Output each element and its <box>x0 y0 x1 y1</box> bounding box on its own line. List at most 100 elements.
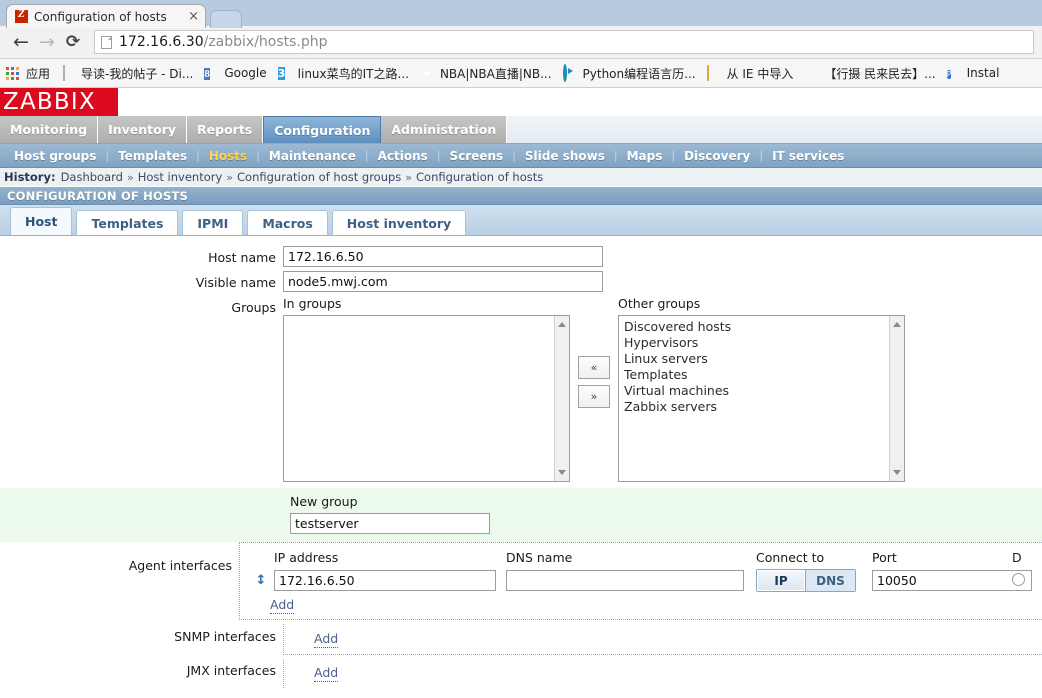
snmp-add-link[interactable]: Add <box>314 631 339 648</box>
reload-icon[interactable]: ⟳ <box>60 29 86 55</box>
bookmark-install[interactable]: P Instal <box>946 66 1000 81</box>
tab-host-inventory[interactable]: Host inventory <box>331 210 467 235</box>
bookmark-apps[interactable]: 应用 <box>6 65 50 82</box>
scroll-down-icon[interactable] <box>893 470 901 475</box>
address-bar[interactable]: 172.16.6.30 /zabbix/hosts.php <box>94 30 1034 54</box>
connect-ip-button[interactable]: IP <box>757 570 806 591</box>
agent-interfaces-headers: IP address DNS name Connect to Port D <box>248 547 1042 567</box>
snmp-interfaces-label: SNMP interfaces <box>174 629 276 644</box>
host-name-label: Host name <box>208 250 276 265</box>
breadcrumb-config-host-groups[interactable]: Configuration of host groups <box>237 170 401 184</box>
submenu-item-maintenance[interactable]: Maintenance <box>260 149 365 163</box>
agent-add-link[interactable]: Add <box>270 597 295 614</box>
browser-tab[interactable]: Configuration of hosts × <box>6 4 206 28</box>
submenu-item-discovery[interactable]: Discovery <box>675 149 759 163</box>
jmx-interfaces-label: JMX interfaces <box>186 663 276 678</box>
connect-to-cell: IP DNS <box>756 569 860 592</box>
bookmark-label: 【行摄 民来民去】... <box>824 66 936 81</box>
zabbix-z-icon <box>15 8 28 23</box>
browser-tab-strip: Configuration of hosts × <box>0 0 1042 28</box>
in-groups-column: In groups <box>283 296 570 482</box>
new-group-input[interactable] <box>290 513 490 534</box>
menu-item-administration[interactable]: Administration <box>381 116 508 143</box>
python-play-icon <box>562 63 578 82</box>
dns-name-input[interactable] <box>506 570 744 591</box>
host-form: Host name Visible name Groups In groups … <box>0 236 1042 688</box>
bookmark-label: Instal <box>966 66 1000 80</box>
drag-handle-icon[interactable]: ↕ <box>248 573 274 588</box>
bookmark-label: 导读-我的帖子 - Di... <box>81 66 194 81</box>
dns-name-header: DNS name <box>506 549 573 565</box>
breadcrumb-separator: » <box>405 170 413 184</box>
list-item[interactable]: Templates <box>623 367 904 383</box>
agent-interface-row: ↕ IP DNS <box>248 567 1042 594</box>
scroll-down-icon[interactable] <box>558 470 566 475</box>
url-path: /zabbix/hosts.php <box>203 34 328 50</box>
breadcrumb-config-hosts[interactable]: Configuration of hosts <box>416 170 543 184</box>
list-item[interactable]: Zabbix servers <box>623 399 904 415</box>
ip-address-input[interactable] <box>274 570 496 591</box>
list-item[interactable]: Discovered hosts <box>623 319 904 335</box>
agent-interfaces-block: IP address DNS name Connect to Port D ↕ … <box>239 542 1042 620</box>
bookmark-travel[interactable]: 【行摄 民来民去】... <box>804 65 935 82</box>
submenu-item-host-groups[interactable]: Host groups <box>5 149 105 163</box>
breadcrumb-dashboard[interactable]: Dashboard <box>61 170 123 184</box>
bookmark-nba[interactable]: NBA|NBA直播|NB... <box>420 65 552 82</box>
tab-ipmi[interactable]: IPMI <box>182 210 244 235</box>
new-tab-button[interactable] <box>210 10 242 28</box>
submenu-item-it-services[interactable]: IT services <box>763 149 853 163</box>
in-groups-listbox[interactable] <box>283 315 570 482</box>
tab-macros[interactable]: Macros <box>247 210 328 235</box>
bookmark-label: Google <box>224 66 267 80</box>
submenu-item-actions[interactable]: Actions <box>369 149 437 163</box>
other-groups-listbox[interactable]: Discovered hosts Hypervisors Linux serve… <box>618 315 905 482</box>
host-name-input[interactable] <box>283 246 603 267</box>
other-groups-scrollbar[interactable] <box>889 316 904 481</box>
jmx-add-link[interactable]: Add <box>314 665 339 682</box>
apps-grid-icon <box>6 66 21 81</box>
submenu-item-screens[interactable]: Screens <box>441 149 513 163</box>
tabstrip: Configuration of hosts × <box>0 0 1042 28</box>
visible-name-input[interactable] <box>283 271 603 292</box>
scroll-up-icon[interactable] <box>558 322 566 327</box>
field-row-groups: Groups In groups « » Other groups Discov… <box>0 296 1042 482</box>
tab-host[interactable]: Host <box>10 207 73 235</box>
close-icon[interactable]: × <box>188 10 199 23</box>
connect-dns-button[interactable]: DNS <box>806 570 855 591</box>
bookmark-google[interactable]: 8 Google <box>204 66 267 81</box>
default-radio[interactable] <box>1012 573 1025 586</box>
in-groups-scrollbar[interactable] <box>554 316 569 481</box>
tab-templates[interactable]: Templates <box>76 210 179 235</box>
bookmark-ie-import[interactable]: 从 IE 中导入 <box>706 64 793 82</box>
submenu-item-templates[interactable]: Templates <box>109 149 196 163</box>
submenu-item-maps[interactable]: Maps <box>618 149 672 163</box>
submenu-item-slide-shows[interactable]: Slide shows <box>516 149 614 163</box>
menu-item-monitoring[interactable]: Monitoring <box>0 116 99 143</box>
menu-item-inventory[interactable]: Inventory <box>98 116 188 143</box>
back-icon[interactable]: ← <box>8 29 34 55</box>
bookmark-linux-blog[interactable]: 3 linux菜鸟的IT之路... <box>277 65 409 82</box>
connect-to-toggle[interactable]: IP DNS <box>756 569 856 592</box>
menu-item-reports[interactable]: Reports <box>187 116 264 143</box>
bookmark-douban[interactable]: 导读-我的帖子 - Di... <box>61 64 194 82</box>
port-cell <box>872 570 1032 591</box>
port-input[interactable] <box>872 570 1032 591</box>
visible-name-label: Visible name <box>195 275 276 290</box>
field-row-jmx-interfaces: JMX interfaces Add <box>0 659 1042 688</box>
forward-icon[interactable]: → <box>34 29 60 55</box>
move-right-button[interactable]: » <box>578 385 610 408</box>
breadcrumb-host-inventory[interactable]: Host inventory <box>138 170 223 184</box>
list-item[interactable]: Hypervisors <box>623 335 904 351</box>
scroll-up-icon[interactable] <box>893 322 901 327</box>
list-item[interactable]: Virtual machines <box>623 383 904 399</box>
port-header: Port <box>872 549 897 565</box>
menu-item-configuration[interactable]: Configuration <box>263 116 382 143</box>
bookmark-label: linux菜鸟的IT之路... <box>297 66 409 81</box>
page-info-icon <box>101 35 112 49</box>
bookmark-python[interactable]: Python编程语言历... <box>562 63 696 82</box>
breadcrumb: History: Dashboard » Host inventory » Co… <box>0 168 1042 187</box>
list-item[interactable]: Linux servers <box>623 351 904 367</box>
move-left-button[interactable]: « <box>578 356 610 379</box>
zabbix-logo[interactable]: ZABBIX <box>0 88 118 116</box>
submenu-item-hosts[interactable]: Hosts <box>200 149 256 163</box>
